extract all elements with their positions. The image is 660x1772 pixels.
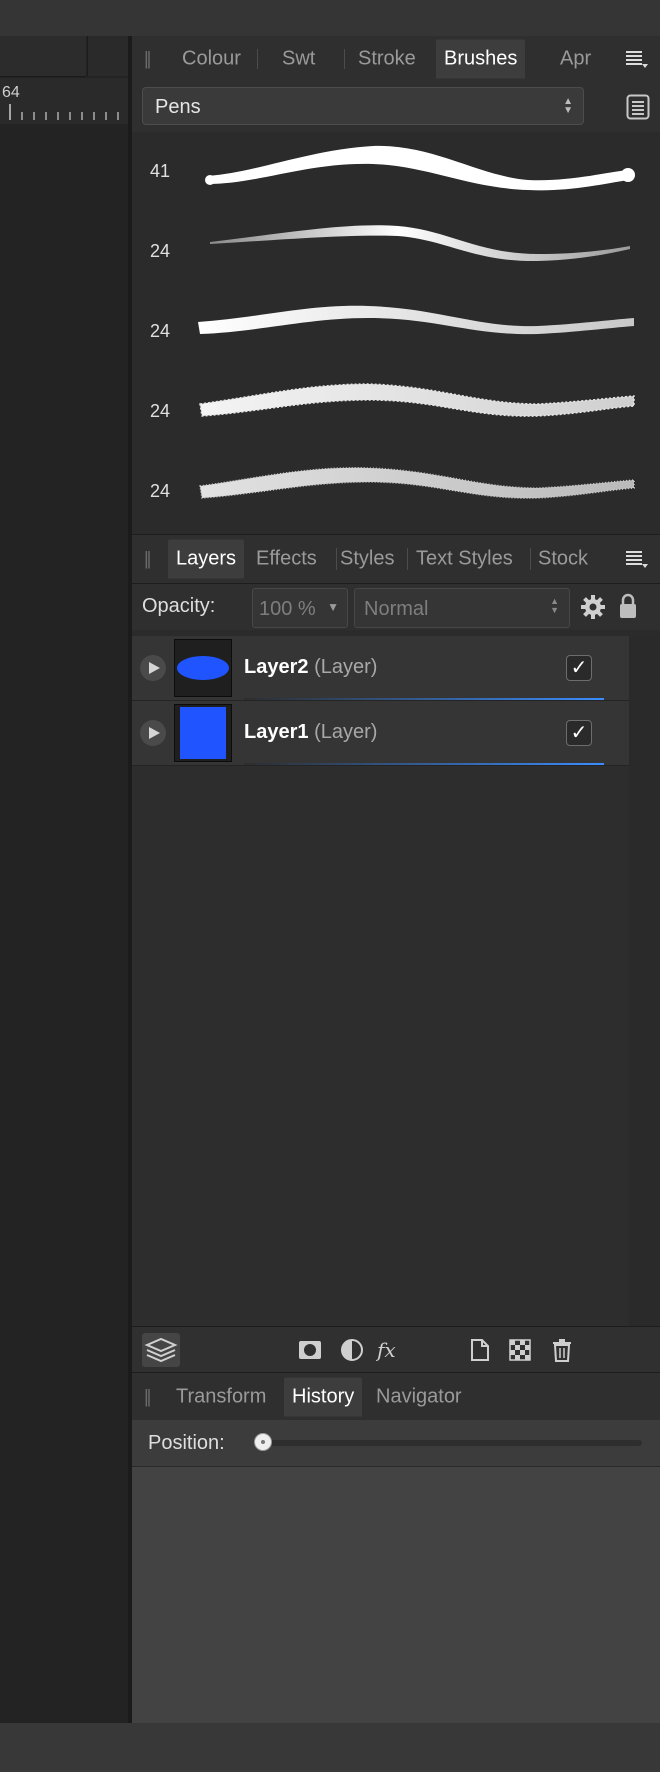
history-position-row: Position: xyxy=(132,1420,660,1467)
brush-stroke-preview xyxy=(205,145,635,191)
layer-thumbnail xyxy=(174,704,232,762)
brush-size-label: 24 xyxy=(150,481,171,501)
history-slider-knob[interactable] xyxy=(254,1433,272,1451)
brush-item[interactable]: 24 xyxy=(132,452,660,532)
select-stepper-icon: ▲ ▼ xyxy=(563,96,573,116)
layer-row[interactable]: Layer2 (Layer) ✓ xyxy=(132,636,629,701)
layer-name: Layer1 (Layer) xyxy=(244,721,378,743)
ellipse-shape-icon xyxy=(177,656,229,680)
brush-size-label: 24 xyxy=(150,321,171,341)
lock-icon[interactable] xyxy=(618,592,638,620)
brush-size-label: 24 xyxy=(150,401,171,421)
adjustment-layer-icon[interactable] xyxy=(340,1338,364,1362)
tab-text-styles[interactable]: Text Styles xyxy=(416,548,513,571)
layer-visibility-checkbox[interactable]: ✓ xyxy=(566,720,592,746)
opacity-value: 100 % xyxy=(259,598,316,620)
layer-type: (Layer) xyxy=(314,721,378,743)
brushes-panel-tabbar: || Colour Swt Stroke Brushes Apr xyxy=(132,36,660,83)
tab-separator xyxy=(336,548,337,570)
tab-appearance[interactable]: Apr xyxy=(560,48,591,71)
layers-list: Layer2 (Layer) ✓ Layer1 (Layer) ✓ xyxy=(132,636,629,1326)
layers-toolbar: fx xyxy=(132,1326,660,1373)
window-top-bar xyxy=(0,0,660,36)
layer-row[interactable]: Layer1 (Layer) ✓ xyxy=(132,701,629,766)
tab-colour[interactable]: Colour xyxy=(182,48,241,71)
gear-icon[interactable] xyxy=(580,594,606,620)
history-panel-tabbar: || Transform History Navigator xyxy=(132,1372,660,1421)
canvas-area[interactable] xyxy=(0,36,128,1723)
opacity-label: Opacity: xyxy=(142,595,216,617)
svg-text:fx: fx xyxy=(376,1338,396,1362)
opacity-field[interactable]: 100 % ▼ xyxy=(252,588,348,628)
dropdown-arrow-icon: ▼ xyxy=(327,600,339,614)
trash-icon[interactable] xyxy=(550,1338,574,1362)
fx-icon[interactable]: fx xyxy=(376,1338,406,1362)
tab-styles[interactable]: Styles xyxy=(340,548,394,571)
layer-visibility-checkbox[interactable]: ✓ xyxy=(566,655,592,681)
brush-category-row: Pens ▲ ▼ xyxy=(132,82,660,132)
brush-item[interactable]: 41 xyxy=(132,132,660,212)
panel-grip-icon[interactable]: || xyxy=(144,1386,152,1407)
tab-separator xyxy=(530,548,531,570)
layer-selection-indicator xyxy=(244,763,604,765)
brush-stroke-preview xyxy=(210,225,630,262)
blend-mode-value: Normal xyxy=(364,598,429,620)
history-list xyxy=(132,1467,660,1723)
tab-separator xyxy=(344,48,345,70)
list-view-icon[interactable] xyxy=(626,94,650,120)
tab-swatches[interactable]: Swt xyxy=(282,48,315,71)
layers-stack-icon[interactable] xyxy=(142,1333,180,1367)
brush-item[interactable]: 24 xyxy=(132,292,660,372)
tab-layers[interactable]: Layers xyxy=(168,539,245,579)
brush-item[interactable]: 24 xyxy=(132,372,660,452)
tab-brushes[interactable]: Brushes xyxy=(436,39,526,79)
brush-category-select[interactable]: Pens ▲ ▼ xyxy=(142,87,584,125)
brush-stroke-preview xyxy=(198,305,634,335)
panel-grip-icon[interactable]: || xyxy=(144,549,152,570)
position-label: Position: xyxy=(148,1432,225,1454)
brush-size-label: 41 xyxy=(150,161,171,181)
tab-stroke[interactable]: Stroke xyxy=(358,48,416,71)
mask-layer-icon[interactable] xyxy=(298,1338,322,1362)
tab-stock[interactable]: Stock xyxy=(538,548,588,571)
rectangle-shape-icon xyxy=(180,707,226,759)
brush-stroke-preview xyxy=(199,467,635,499)
transparency-checker-icon[interactable] xyxy=(508,1338,532,1362)
layers-scrollbar[interactable] xyxy=(629,636,660,1326)
ruler-ticks xyxy=(9,104,119,120)
select-stepper-icon: ▲ ▼ xyxy=(550,596,559,615)
expand-triangle-icon[interactable] xyxy=(140,720,166,746)
panel-menu-icon[interactable] xyxy=(626,49,648,69)
document-tab[interactable] xyxy=(0,36,86,77)
panel-grip-icon[interactable]: || xyxy=(144,49,152,70)
history-slider-track[interactable] xyxy=(256,1440,642,1446)
layer-name: Layer2 (Layer) xyxy=(244,656,378,678)
document-tab-overflow[interactable] xyxy=(87,36,129,76)
layer-thumbnail xyxy=(174,639,232,697)
layers-panel-tabbar: || Layers Effects Styles Text Styles Sto… xyxy=(132,534,660,584)
layer-type: (Layer) xyxy=(314,656,378,678)
brush-stroke-preview xyxy=(199,383,635,417)
tab-history[interactable]: History xyxy=(284,1377,363,1416)
brush-category-value: Pens xyxy=(155,96,201,118)
tab-separator xyxy=(407,548,408,570)
new-layer-icon[interactable] xyxy=(468,1338,492,1362)
panel-menu-icon[interactable] xyxy=(626,549,648,569)
window-bottom-bar xyxy=(0,1723,660,1772)
layer-selection-indicator xyxy=(244,698,604,700)
brush-list: 41 24 24 24 24 xyxy=(132,132,660,534)
tab-transform[interactable]: Transform xyxy=(176,1385,266,1408)
tab-navigator[interactable]: Navigator xyxy=(376,1385,462,1408)
ruler-label: 64 xyxy=(2,84,20,101)
tab-effects[interactable]: Effects xyxy=(256,548,317,571)
expand-triangle-icon[interactable] xyxy=(140,655,166,681)
blend-mode-select[interactable]: Normal ▲ ▼ xyxy=(354,588,570,628)
layer-controls-row: Opacity: 100 % ▼ Normal ▲ ▼ xyxy=(132,584,660,630)
tab-separator xyxy=(257,48,258,70)
brush-item[interactable]: 24 xyxy=(132,212,660,292)
brush-size-label: 24 xyxy=(150,241,171,261)
